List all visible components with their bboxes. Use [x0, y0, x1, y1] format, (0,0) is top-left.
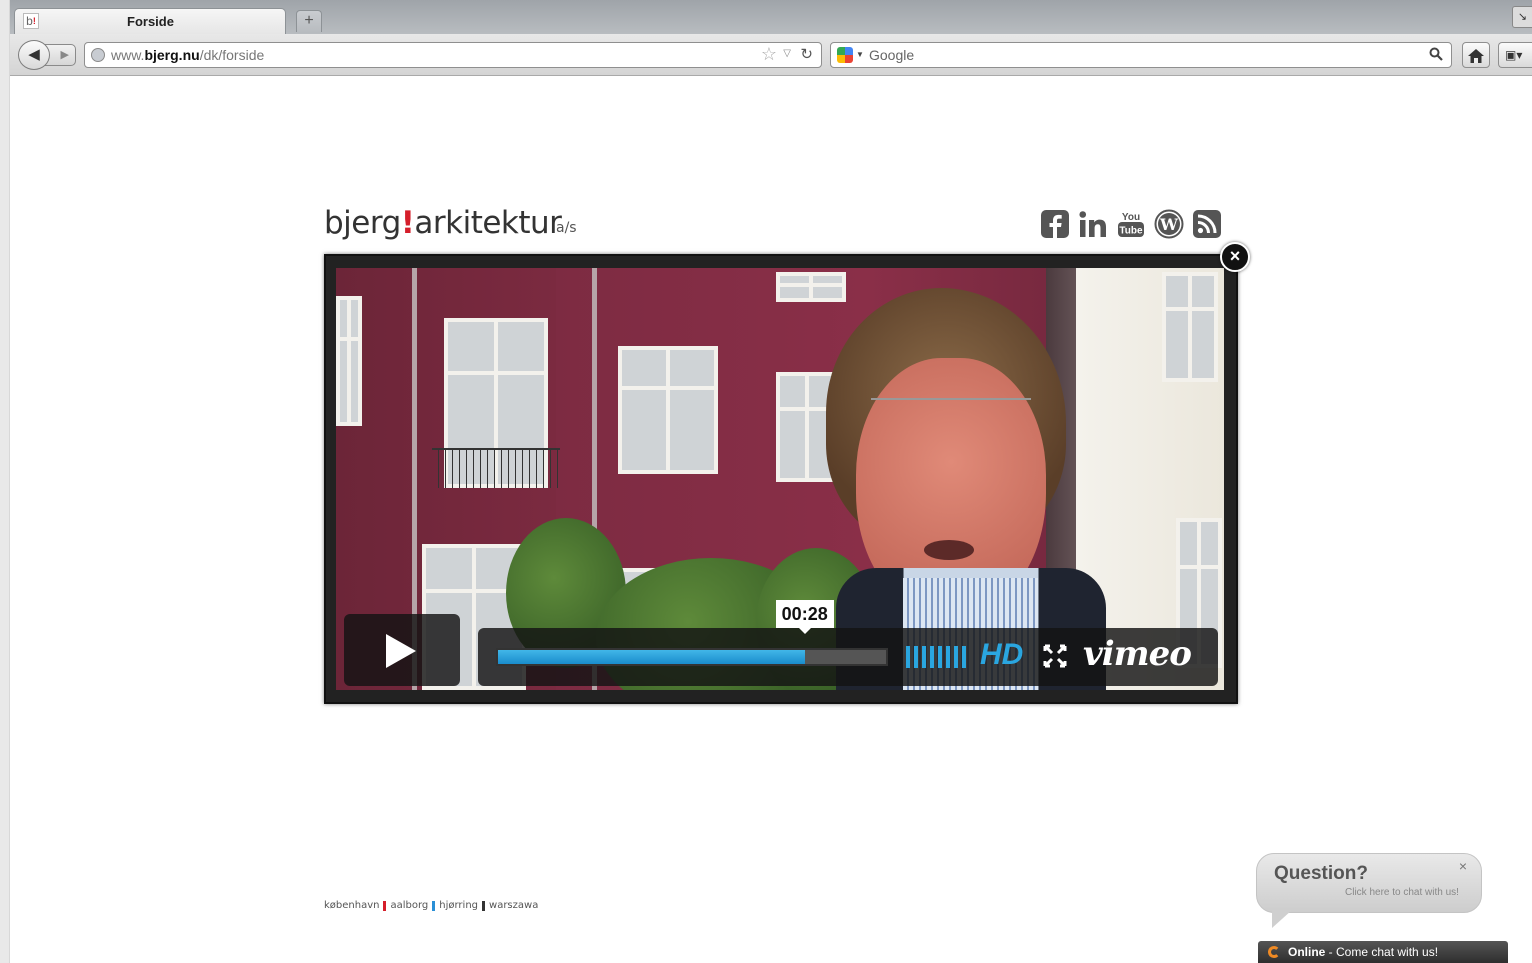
volume-control[interactable]: [906, 646, 968, 668]
reload-icon[interactable]: ↻: [800, 45, 813, 63]
svg-text:W: W: [1159, 215, 1179, 234]
favicon-icon: b!: [23, 13, 39, 29]
hd-button[interactable]: HD: [980, 638, 1023, 672]
browser-tab-bar: b! Forside + ↘: [10, 0, 1532, 34]
progress-fill: [498, 650, 805, 664]
chat-close-button[interactable]: ×: [1459, 858, 1467, 874]
home-button[interactable]: [1462, 42, 1490, 68]
search-engine-dropdown-icon[interactable]: ▼: [856, 50, 864, 59]
site-identity-icon[interactable]: [91, 48, 105, 62]
home-icon: [1468, 49, 1484, 63]
wordpress-icon[interactable]: W: [1154, 209, 1184, 239]
magnifier-icon[interactable]: [1429, 47, 1443, 61]
video-lightbox: 00:28 HD vimeo: [324, 254, 1238, 704]
logo-suffix: a/s: [556, 220, 577, 236]
chat-question: Question?: [1274, 863, 1368, 884]
linkedin-icon[interactable]: [1078, 209, 1108, 239]
window-left-edge: [0, 0, 10, 963]
site-logo[interactable]: bjerg!arkitektur: [324, 205, 562, 241]
browser-nav-bar: ◀ ▶ www.bjerg.nu/dk/forside ☆ ▽ ↻ ▼ Goog…: [10, 34, 1532, 76]
player-control-bar: 00:28 HD vimeo: [478, 600, 1218, 686]
youtube-icon[interactable]: You Tube: [1116, 209, 1146, 239]
chat-status: Online: [1288, 945, 1326, 959]
url-bar[interactable]: www.bjerg.nu/dk/forside ☆ ▽ ↻: [84, 42, 822, 68]
chat-icon: [1268, 946, 1280, 958]
play-button[interactable]: [344, 614, 460, 686]
chat-bubble-tail: [1272, 910, 1292, 928]
video-player[interactable]: 00:28 HD vimeo: [336, 268, 1224, 690]
chat-bubble[interactable]: Question? Click here to chat with us! ×: [1256, 853, 1482, 913]
addon-button[interactable]: ▣▾: [1498, 42, 1532, 68]
progress-bar[interactable]: [496, 648, 888, 666]
svg-text:You: You: [1122, 212, 1140, 223]
office-locations: københavn aalborg hjørring warszawa: [324, 897, 538, 911]
search-bar[interactable]: ▼ Google: [830, 42, 1452, 68]
city-link[interactable]: warszawa: [489, 900, 538, 911]
url-history-dropdown-icon[interactable]: ▽: [783, 48, 791, 59]
close-lightbox-button[interactable]: ×: [1220, 242, 1250, 272]
city-separator: [482, 901, 486, 911]
fullscreen-icon[interactable]: [1043, 644, 1067, 668]
bookmark-star-icon[interactable]: ☆: [761, 44, 777, 65]
city-link[interactable]: københavn: [324, 900, 379, 911]
city-link[interactable]: aalborg: [390, 900, 428, 911]
url-text: www.bjerg.nu/dk/forside: [111, 47, 265, 63]
chat-subtitle: Click here to chat with us!: [1345, 887, 1459, 898]
back-button[interactable]: ◀: [18, 40, 50, 70]
city-link[interactable]: hjørring: [439, 900, 478, 911]
tab-title: Forside: [127, 14, 174, 29]
facebook-icon[interactable]: [1040, 209, 1070, 239]
player-controls: 00:28 HD vimeo: [344, 600, 1218, 686]
play-icon: [386, 634, 416, 668]
vimeo-logo[interactable]: vimeo: [1083, 634, 1192, 674]
browser-tab[interactable]: b! Forside: [14, 8, 286, 34]
chat-status-bar[interactable]: Online - Come chat with us!: [1258, 941, 1508, 963]
city-separator: [383, 901, 387, 911]
chat-status-message: - Come chat with us!: [1325, 945, 1439, 959]
svg-text:Tube: Tube: [1119, 226, 1143, 237]
social-links: You Tube W: [1040, 208, 1222, 240]
city-separator: [432, 901, 436, 911]
window-resize-icon[interactable]: ↘: [1512, 6, 1532, 28]
search-engine-icon[interactable]: [837, 47, 853, 63]
search-placeholder: Google: [869, 47, 915, 63]
time-tooltip: 00:28: [775, 600, 834, 628]
rss-icon[interactable]: [1192, 209, 1222, 239]
new-tab-button[interactable]: +: [296, 10, 322, 32]
